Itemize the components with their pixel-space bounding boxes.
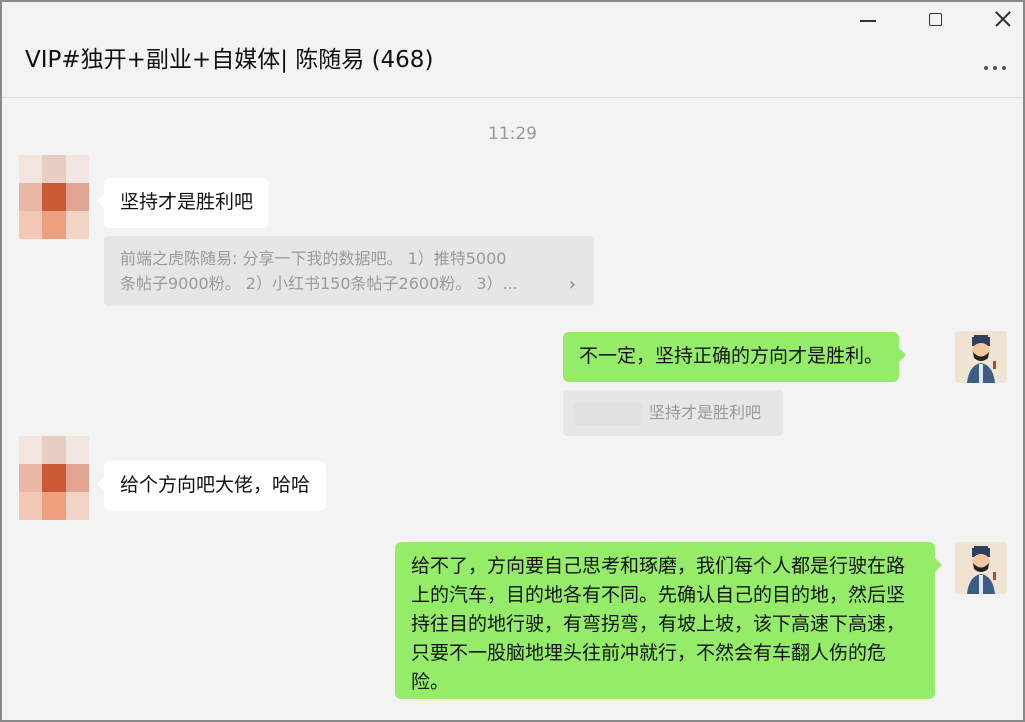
chat-window: VIP#独开+副业+自媒体| 陈随易 (468) 11:29 坚持才是胜利吧 前… [0, 0, 1025, 722]
avatar[interactable] [19, 155, 89, 239]
message-text: 给不了，方向要自己思考和琢磨，我们每个人都是行驶在路上的汽车，目的地各有不同。先… [411, 555, 906, 693]
chat-title: VIP#独开+副业+自媒体| 陈随易 (468) [25, 47, 434, 73]
maximize-icon[interactable] [922, 8, 950, 32]
quote-line: 条帖子9000粉。 2）小红书150条帖子2600粉。 3）... [120, 274, 518, 293]
message-bubble[interactable]: 给个方向吧大佬，哈哈 [96, 461, 327, 511]
more-icon[interactable] [982, 60, 1016, 76]
message-text: 坚持才是胜利吧 [120, 191, 254, 213]
avatar[interactable] [955, 542, 1007, 594]
close-icon[interactable] [990, 8, 1018, 32]
blurred-name [573, 402, 643, 425]
message-bubble[interactable]: 坚持才是胜利吧 [96, 178, 270, 228]
chevron-right-icon: › [568, 274, 576, 295]
message-bubble[interactable]: 不一定，坚持正确的方向才是胜利。 [563, 332, 907, 382]
quote-line: 前端之虎陈随易: 分享一下我的数据吧。 1）推特5000 [120, 249, 507, 268]
minimize-icon[interactable] [854, 8, 882, 32]
chat-header: VIP#独开+副业+自媒体| 陈随易 (468) [2, 2, 1023, 98]
message-text: 不一定，坚持正确的方向才是胜利。 [579, 345, 884, 367]
avatar[interactable] [19, 436, 89, 520]
message-text: 给个方向吧大佬，哈哈 [120, 474, 311, 496]
message-timestamp: 11:29 [488, 124, 537, 144]
avatar[interactable] [955, 331, 1007, 383]
message-bubble[interactable]: 给不了，方向要自己思考和琢磨，我们每个人都是行驶在路上的汽车，目的地各有不同。先… [395, 542, 942, 699]
quote-text: 坚持才是胜利吧 [649, 403, 762, 422]
quoted-message[interactable]: 坚持才是胜利吧 [563, 390, 783, 436]
quoted-message[interactable]: 前端之虎陈随易: 分享一下我的数据吧。 1）推特5000 条帖子9000粉。 2… [104, 236, 594, 306]
